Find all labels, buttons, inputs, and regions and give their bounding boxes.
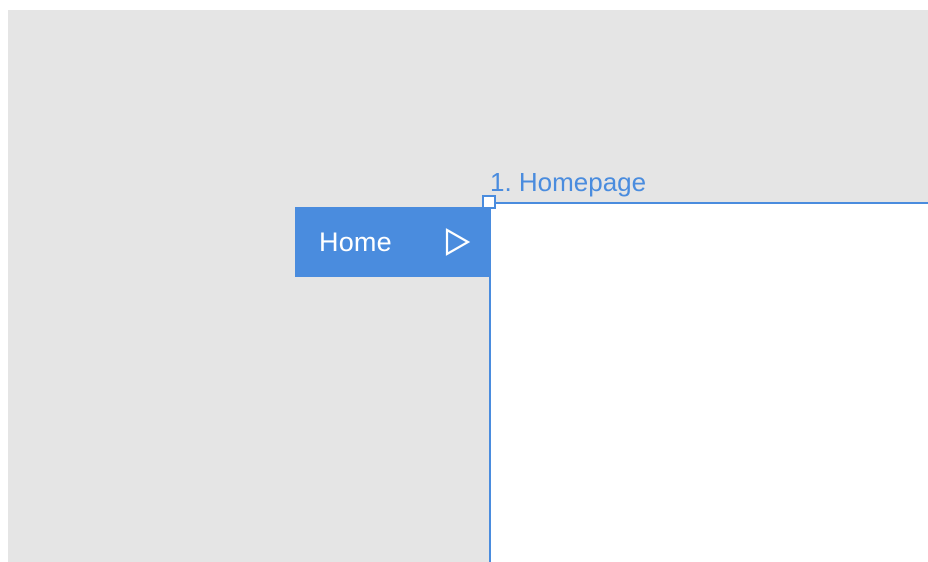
artboard-homepage[interactable]: [489, 202, 928, 562]
flow-start-label: Home: [319, 227, 392, 257]
play-outline-icon: [445, 228, 471, 256]
artboard-title[interactable]: 1. Homepage: [490, 167, 646, 197]
flow-start-home-button[interactable]: Home: [295, 207, 490, 277]
